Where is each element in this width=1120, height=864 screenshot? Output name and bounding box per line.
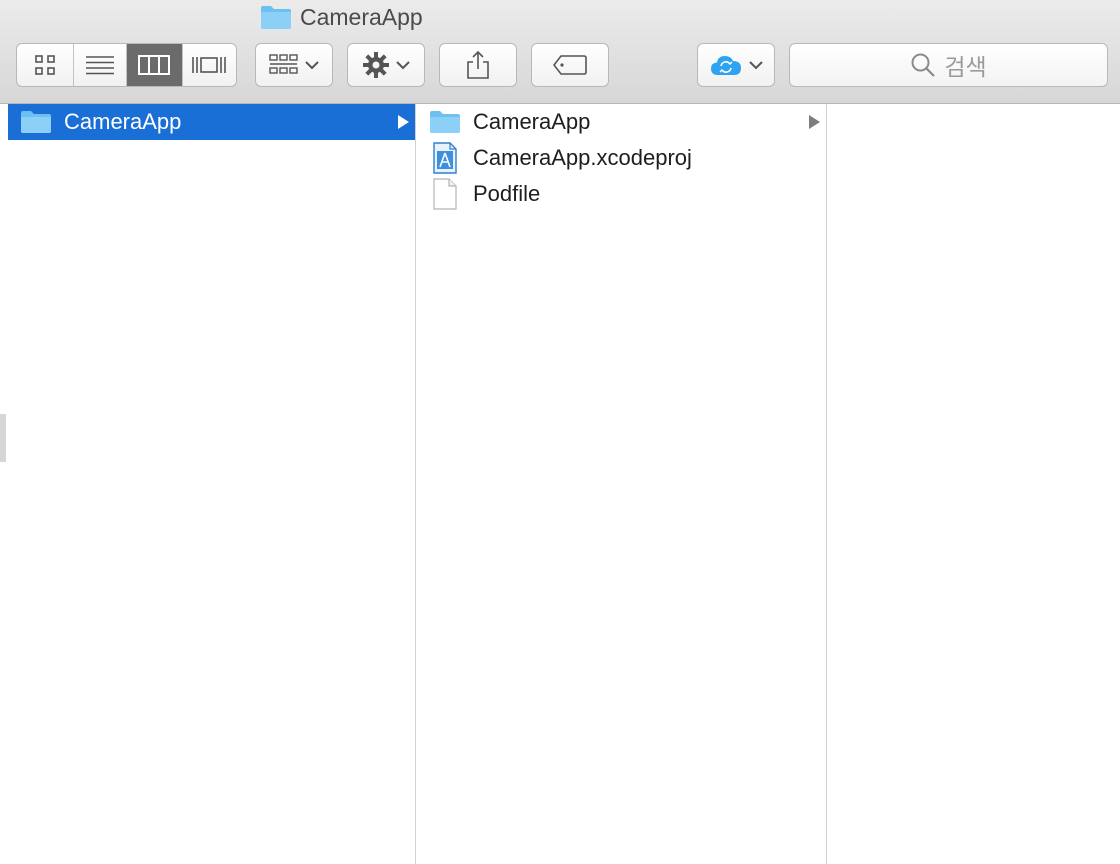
list-view-button[interactable] — [74, 44, 127, 86]
arrange-button[interactable] — [255, 43, 333, 87]
action-button[interactable] — [347, 43, 425, 87]
column-view-button[interactable] — [127, 44, 183, 86]
item-label: CameraApp.xcodeproj — [473, 145, 692, 170]
chevron-down-icon — [305, 61, 319, 70]
disclosure-arrow-icon — [809, 115, 820, 129]
view-mode-control[interactable] — [16, 43, 237, 87]
item-label: Podfile — [473, 181, 541, 206]
gear-icon — [363, 52, 389, 78]
chevron-down-icon — [749, 61, 763, 70]
tags-button[interactable] — [531, 43, 609, 87]
share-button[interactable] — [439, 43, 517, 87]
list-item[interactable]: CameraApp — [417, 104, 826, 140]
list-item[interactable]: CameraApp — [8, 104, 415, 140]
search-icon — [911, 53, 936, 77]
share-icon — [467, 50, 489, 79]
icon-view-button[interactable] — [17, 44, 75, 86]
cover-flow-view-button[interactable] — [183, 44, 237, 86]
browser-column-2: CameraApp CameraApp.xcodeproj Podfile — [417, 104, 827, 864]
chevron-down-icon — [396, 61, 410, 70]
search-field[interactable]: 검색 — [789, 43, 1108, 87]
column-browser: CameraApp CameraApp CameraApp.xcodeproj … — [0, 104, 1120, 864]
list-item[interactable]: Podfile — [417, 176, 826, 212]
browser-column-3 — [828, 104, 1120, 864]
grid-icon — [35, 55, 56, 75]
coverflow-icon — [192, 57, 227, 73]
item-label: CameraApp — [64, 109, 182, 134]
window-title: CameraApp — [260, 4, 423, 30]
search-placeholder: 검색 — [944, 55, 987, 81]
disclosure-arrow-icon — [398, 115, 409, 129]
folder-icon — [417, 110, 473, 134]
folder-icon — [8, 110, 64, 134]
columns-icon — [138, 55, 171, 75]
window-toolbar: CameraApp 검색 — [0, 0, 1120, 104]
folder-icon — [260, 4, 292, 30]
window-title-text: CameraApp — [300, 3, 423, 30]
list-item[interactable]: CameraApp.xcodeproj — [417, 140, 826, 176]
item-label: CameraApp — [473, 109, 591, 134]
arrange-grid-icon — [269, 54, 298, 74]
list-icon — [86, 56, 115, 75]
browser-column-1: CameraApp — [8, 104, 416, 864]
icloud-icon — [711, 56, 741, 75]
icloud-button[interactable] — [697, 43, 775, 87]
tag-icon — [552, 55, 587, 75]
document-icon — [417, 178, 473, 210]
xcodeproj-icon — [417, 142, 473, 174]
